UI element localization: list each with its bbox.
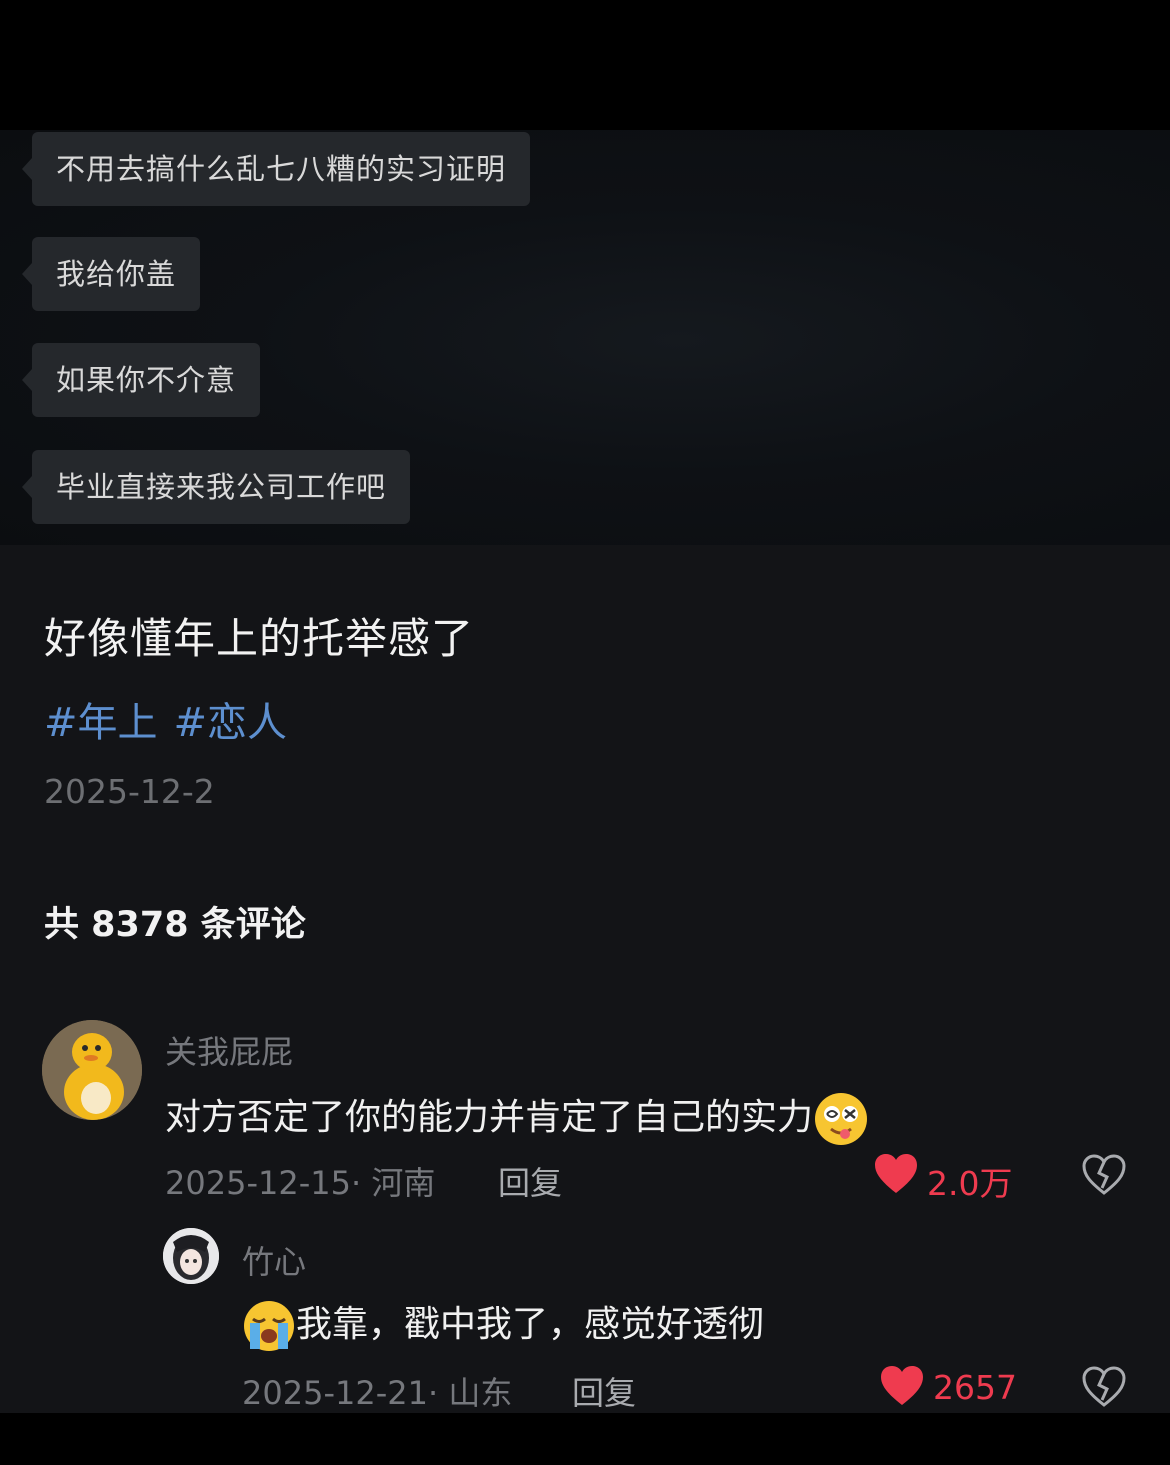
reply-button[interactable]: 回复 xyxy=(498,1158,562,1204)
anime-girl-avatar-icon xyxy=(163,1228,219,1284)
comment-meta: 2025-12-21· 山东 xyxy=(242,1374,513,1412)
bottom-black-bar xyxy=(0,1413,1170,1465)
post-date: 2025-12-2 xyxy=(44,772,215,811)
avatar[interactable] xyxy=(42,1020,142,1120)
chat-bubble: 不用去搞什么乱七八糟的实习证明 xyxy=(21,132,531,206)
post-title: 好像懂年上的托举感了 xyxy=(44,614,475,663)
post-content-area xyxy=(0,545,1170,1413)
duck-avatar-icon xyxy=(42,1020,142,1120)
like-count: 2.0万 xyxy=(927,1164,1013,1203)
chat-bubble: 我给你盖 xyxy=(21,237,201,311)
comment-text: 我靠，戳中我了，感觉好透彻 xyxy=(242,1295,764,1353)
heart-icon[interactable] xyxy=(880,1365,924,1407)
broken-heart-icon[interactable] xyxy=(1082,1154,1126,1196)
chat-screenshot-area: 不用去搞什么乱七八糟的实习证明 我给你盖 如果你不介意 毕业直接来我公司工作吧 xyxy=(0,130,1170,545)
comment-username[interactable]: 竹心 xyxy=(242,1237,306,1283)
post-tags: #年上 #恋人 xyxy=(44,690,303,748)
top-black-bar xyxy=(0,0,1170,130)
comment-text-body: 我靠，戳中我了，感觉好透彻 xyxy=(296,1304,765,1345)
comment-text: 对方否定了你的能力并肯定了自己的实力 xyxy=(165,1088,869,1147)
comment-text-body: 对方否定了你的能力并肯定了自己的实力 xyxy=(165,1097,814,1138)
reply-button[interactable]: 回复 xyxy=(572,1368,636,1414)
comments-count: 共 8378 条评论 xyxy=(44,905,306,945)
broken-heart-icon[interactable] xyxy=(1082,1366,1126,1408)
comment-meta: 2025-12-15· 河南 xyxy=(165,1164,436,1202)
heart-icon[interactable] xyxy=(874,1153,918,1195)
avatar[interactable] xyxy=(163,1228,219,1284)
loudly-crying-face-emoji-icon xyxy=(244,1301,294,1351)
comment-username[interactable]: 关我屁屁 xyxy=(165,1027,293,1073)
dizzy-face-tongue-emoji-icon xyxy=(815,1093,868,1145)
tag-link[interactable]: #恋人 xyxy=(174,700,288,746)
tag-link[interactable]: #年上 xyxy=(44,700,158,746)
like-count: 2657 xyxy=(933,1368,1017,1407)
chat-bubble: 毕业直接来我公司工作吧 xyxy=(21,450,411,524)
chat-bubble: 如果你不介意 xyxy=(21,343,261,417)
